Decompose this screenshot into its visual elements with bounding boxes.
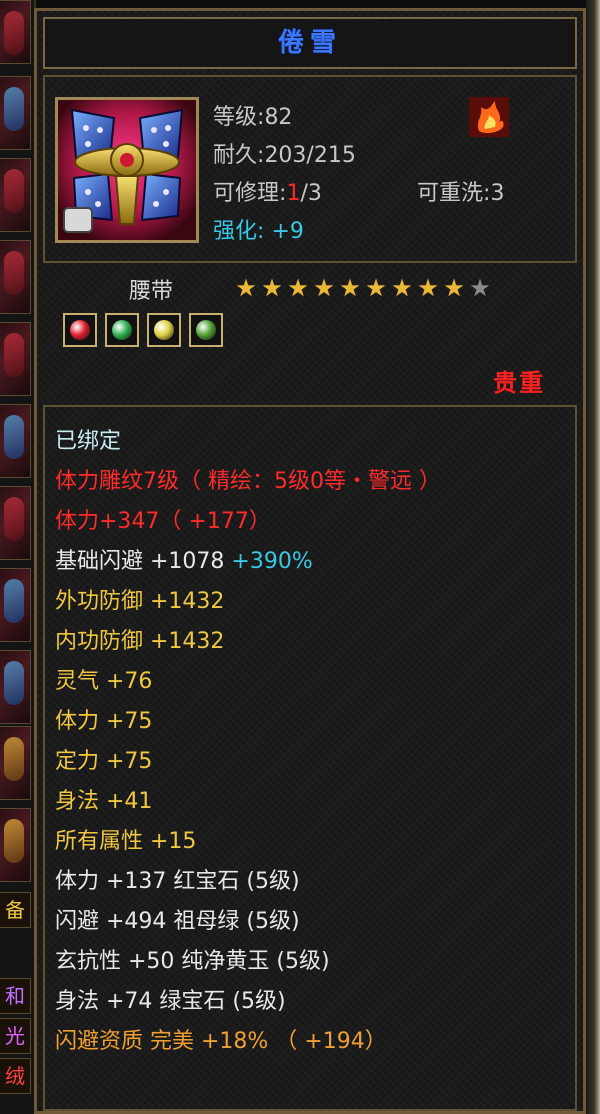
attribute-text: 体力雕纹7级（ 精绘：5级0等・警远 ） xyxy=(55,469,441,494)
attribute-text: 体力+347（ +177） xyxy=(55,509,271,534)
equipment-slot[interactable] xyxy=(0,486,31,560)
star-icon: ★ xyxy=(365,274,387,302)
repair-line: 可修理:1/3 xyxy=(213,181,322,206)
equipment-slot[interactable] xyxy=(0,726,31,800)
quality-label: 贵重 xyxy=(493,369,545,397)
item-header: 等级:82 耐久:203/215 可修理:1/3 可重洗:3 强化: +9 xyxy=(43,75,577,263)
attribute-row: 内功防御 +1432 xyxy=(55,627,224,657)
attribute-text: 外功防御 +1432 xyxy=(55,589,225,614)
star-icon: ★ xyxy=(287,274,309,302)
side-tab-label[interactable]: 光 xyxy=(0,1018,31,1054)
rewash-value: 3 xyxy=(490,181,505,206)
attribute-row: 灵气 +76 xyxy=(55,667,152,697)
side-tab-label[interactable]: 备 xyxy=(0,892,31,928)
attribute-row: 闪避资质 完美 +18% （ +194） xyxy=(55,1027,387,1057)
belt-item-icon xyxy=(55,97,199,243)
equipment-slot[interactable] xyxy=(0,158,31,232)
level-value: 82 xyxy=(264,105,293,130)
flame-skill-icon[interactable] xyxy=(469,97,509,137)
attribute-row: 定力 +75 xyxy=(55,747,152,777)
rewash-label: 可重洗 xyxy=(417,181,484,206)
repair-current: 1 xyxy=(286,181,301,206)
enhance-label: 强化 xyxy=(213,219,258,244)
attribute-row: 外功防御 +1432 xyxy=(55,587,224,617)
enhance-value: +9 xyxy=(271,219,304,244)
attribute-text: 基础闪避 +1078 xyxy=(55,549,225,574)
attribute-bonus: +390% xyxy=(231,549,313,574)
repair-max: /3 xyxy=(300,181,322,206)
star-icon: ★ xyxy=(469,274,491,302)
attribute-row: 体力 +137 红宝石 (5级) xyxy=(55,867,300,897)
star-icon: ★ xyxy=(261,274,283,302)
durability-line: 耐久:203/215 xyxy=(213,143,356,168)
equipment-slot[interactable] xyxy=(0,404,31,478)
attribute-text: 闪避资质 完美 +18% （ +194） xyxy=(55,1029,387,1054)
attribute-text: 体力 +75 xyxy=(55,709,153,734)
side-tab-label[interactable]: 和 xyxy=(0,978,31,1014)
star-icon: ★ xyxy=(313,274,335,302)
attribute-row: 基础闪避 +1078 +390% xyxy=(55,547,313,577)
green-gem-icon[interactable] xyxy=(189,313,223,347)
enhance-line: 强化: +9 xyxy=(213,219,304,244)
attribute-row: 闪避 +494 祖母绿 (5级) xyxy=(55,907,300,937)
star-icon: ★ xyxy=(391,274,413,302)
side-tab-label[interactable]: 绒 xyxy=(0,1058,31,1094)
attribute-text: 定力 +75 xyxy=(55,749,153,774)
attribute-row: 体力 +75 xyxy=(55,707,152,737)
durability-label: 耐久 xyxy=(213,143,258,168)
attribute-text: 已绑定 xyxy=(55,429,122,454)
equipment-slot[interactable] xyxy=(0,0,31,64)
attribute-text: 体力 +137 红宝石 (5级) xyxy=(55,869,300,894)
attribute-text: 内功防御 +1432 xyxy=(55,629,225,654)
equipment-slot[interactable] xyxy=(0,568,31,642)
attribute-row: 玄抗性 +50 纯净黄玉 (5级) xyxy=(55,947,330,977)
attribute-text: 身法 +74 绿宝石 (5级) xyxy=(55,989,286,1014)
gem-sockets xyxy=(63,313,223,347)
attribute-row: 所有属性 +15 xyxy=(55,827,196,857)
attribute-text: 灵气 +76 xyxy=(55,669,153,694)
attribute-text: 所有属性 +15 xyxy=(55,829,197,854)
item-name: 倦雪 xyxy=(277,28,342,58)
level-line: 等级:82 xyxy=(213,105,293,130)
window-edge xyxy=(586,0,600,1114)
attribute-row: 身法 +41 xyxy=(55,787,152,817)
topaz-gem-icon[interactable] xyxy=(147,313,181,347)
equipment-slot-strip: 备 和 光 绒 xyxy=(0,0,36,1114)
equipment-slot[interactable] xyxy=(0,240,31,314)
attribute-text: 闪避 +494 祖母绿 (5级) xyxy=(55,909,300,934)
item-type: 腰带 xyxy=(129,279,174,304)
star-icon: ★ xyxy=(339,274,361,302)
item-tooltip: 倦雪 等级:82 耐久:203/215 可修理:1/3 可重洗:3 强化: +9… xyxy=(34,8,586,1114)
durability-value: 203/215 xyxy=(264,143,356,168)
attribute-text: 身法 +41 xyxy=(55,789,153,814)
level-label: 等级 xyxy=(213,105,258,130)
star-icon: ★ xyxy=(443,274,465,302)
star-icon: ★ xyxy=(417,274,439,302)
attribute-row: 身法 +74 绿宝石 (5级) xyxy=(55,987,286,1017)
equipment-slot[interactable] xyxy=(0,322,31,396)
attribute-row: 体力+347（ +177） xyxy=(55,507,271,537)
attribute-row: 体力雕纹7级（ 精绘：5级0等・警远 ） xyxy=(55,467,441,497)
repair-label: 可修理 xyxy=(213,181,280,206)
attribute-text: 玄抗性 +50 纯净黄玉 (5级) xyxy=(55,949,330,974)
attribute-row: 已绑定 xyxy=(55,427,121,457)
ruby-gem-icon[interactable] xyxy=(63,313,97,347)
equipment-slot[interactable] xyxy=(0,650,31,724)
equipment-slot[interactable] xyxy=(0,808,31,882)
emerald-gem-icon[interactable] xyxy=(105,313,139,347)
attribute-list: 已绑定体力雕纹7级（ 精绘：5级0等・警远 ） 体力+347（ +177） 基础闪避… xyxy=(43,405,577,1111)
rewash-line: 可重洗:3 xyxy=(417,181,505,206)
item-title-bar: 倦雪 xyxy=(43,17,577,69)
equipment-slot[interactable] xyxy=(0,76,31,150)
star-icon: ★ xyxy=(235,274,257,302)
star-rating: ★ ★ ★ ★ ★ ★ ★ ★ ★ ★ xyxy=(233,275,493,303)
